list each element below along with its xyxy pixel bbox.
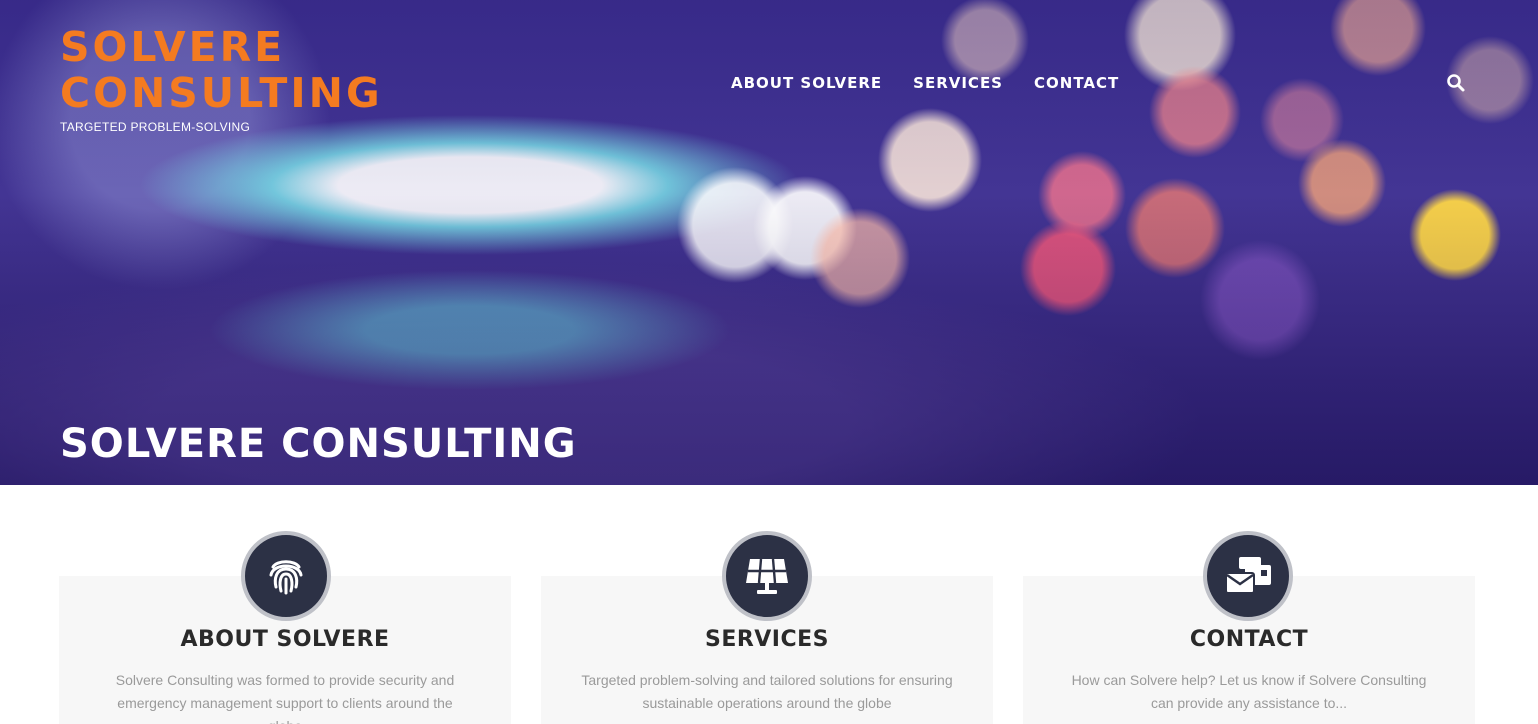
nav-item-services[interactable]: SERVICES [913,74,1003,92]
brand-tagline: TARGETED PROBLEM-SOLVING [60,120,251,134]
card-contact-title: CONTACT [1189,627,1309,652]
hero-title: SOLVERE CONSULTING [60,421,577,467]
site-logo[interactable]: SOLVERE CONSULTING TARGETED PROBLEM-SOLV… [60,24,383,134]
hero-banner: SOLVERE CONSULTING TARGETED PROBLEM-SOLV… [0,0,1538,485]
brand-name-line1: SOLVERE [60,23,286,71]
brand-name-line2: CONSULTING [60,69,383,117]
solar-panel-icon [722,531,812,621]
feature-cards: ABOUT SOLVERE Solvere Consulting was for… [0,485,1538,724]
card-about-title: ABOUT SOLVERE [180,627,390,652]
card-about-description: Solvere Consulting was formed to provide… [115,672,455,724]
card-services-title: SERVICES [704,627,830,652]
card-services-description: Targeted problem-solving and tailored so… [581,672,953,711]
search-icon[interactable] [1446,73,1466,93]
card-contact-description: How can Solvere help? Let us know if Sol… [1071,672,1427,711]
nav-item-contact[interactable]: CONTACT [1034,74,1119,92]
nav-item-about[interactable]: ABOUT SOLVERE [731,74,882,92]
mail-bulk-icon [1203,531,1293,621]
fingerprint-icon [241,531,331,621]
main-nav: ABOUT SOLVERE SERVICES CONTACT [731,74,1119,92]
